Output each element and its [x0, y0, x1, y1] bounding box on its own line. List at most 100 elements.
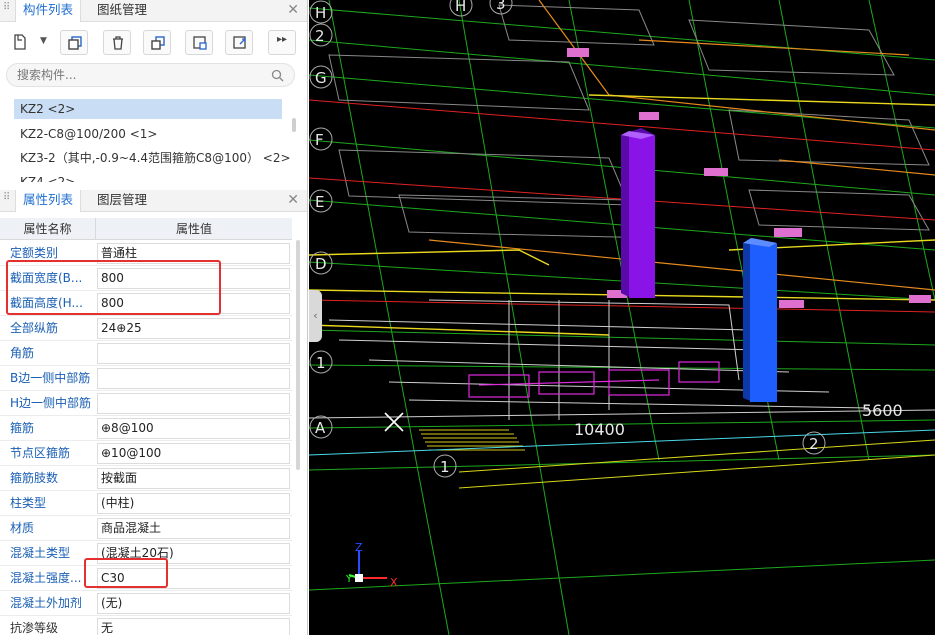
axis-label-f: F — [315, 131, 324, 149]
component-panel-tabbar: ⠿ 构件列表 图纸管理 ✕ — [0, 0, 307, 22]
property-name: 节点区箍筋 — [10, 446, 71, 460]
property-grid-header: 属性名称 属性值 — [0, 218, 292, 240]
property-value-field[interactable]: 800 — [97, 268, 290, 289]
property-value-field[interactable] — [97, 393, 290, 414]
axis-label-bottom-2: 2 — [809, 435, 819, 453]
list-item[interactable]: KZ4 <2> — [14, 172, 282, 182]
dimension-10400: 10400 — [574, 420, 625, 439]
axis-label-1: 1 — [316, 354, 326, 372]
search-input[interactable] — [17, 67, 257, 83]
property-value-field[interactable]: (无) — [97, 593, 290, 614]
more-icon: ▸▸ — [277, 34, 288, 45]
cad-viewport[interactable]: H 2 G F E D 1 A H 3 1 2 10400 5600 Z X Y… — [309, 0, 935, 635]
tab-layer-management[interactable]: 图层管理 — [90, 190, 154, 212]
axis-label-g: G — [315, 69, 327, 87]
load-template-icon — [233, 36, 246, 49]
close-icon[interactable]: ✕ — [287, 191, 299, 209]
list-item[interactable]: KZ2-C8@100/200 <1> — [14, 124, 282, 144]
list-item[interactable]: KZ2 <2> — [14, 99, 282, 119]
load-template-button[interactable] — [225, 30, 253, 55]
property-name: 混凝土类型 — [10, 546, 71, 560]
property-value-field[interactable] — [97, 343, 290, 364]
axis-label-e: E — [315, 193, 324, 211]
property-name: 截面宽度(B... — [10, 271, 83, 285]
property-name: 箍筋 — [10, 421, 35, 435]
drag-grip-icon[interactable]: ⠿ — [3, 3, 10, 18]
ucs-x-label: X — [390, 576, 398, 589]
property-name: H边一侧中部筋 — [10, 396, 92, 410]
cad-drawing: H 2 G F E D 1 A H 3 1 2 10400 5600 Z X Y — [309, 0, 935, 635]
property-value-field[interactable]: 按截面 — [97, 468, 290, 489]
copy-button[interactable] — [60, 30, 88, 55]
property-name: 箍筋肢数 — [10, 471, 59, 485]
new-component-icon — [14, 34, 26, 50]
search-icon[interactable] — [271, 69, 284, 82]
save-template-icon — [193, 36, 207, 50]
dimension-5600: 5600 — [862, 401, 903, 420]
property-row: 箍筋 ⊕8@100 — [0, 416, 292, 441]
property-name: 材质 — [10, 521, 35, 535]
collapse-panel-handle[interactable]: ‹ — [309, 290, 322, 342]
copy-icon — [68, 36, 82, 50]
property-name: 混凝土强度... — [10, 571, 82, 585]
property-value-field[interactable]: 24⊕25 — [97, 318, 290, 339]
axis-label-top-3: 3 — [496, 0, 506, 13]
property-row: 混凝土强度... C30 — [0, 566, 292, 591]
layer-copy-icon — [151, 36, 165, 50]
property-value-field[interactable]: ⊕8@100 — [97, 418, 290, 439]
column-kz2-purple[interactable] — [621, 128, 655, 298]
property-name: 定额类别 — [10, 246, 59, 260]
property-row: 混凝土外加剂 (无) — [0, 591, 292, 616]
property-name: B边一侧中部筋 — [10, 371, 91, 385]
property-name: 柱类型 — [10, 496, 47, 510]
ucs-icon: Z X Y — [345, 541, 398, 589]
layer-copy-button[interactable] — [143, 30, 171, 55]
property-row: 抗渗等级 无 — [0, 616, 292, 635]
property-row: 材质 商品混凝土 — [0, 516, 292, 541]
component-list-scrollbar[interactable] — [292, 118, 296, 132]
more-button[interactable]: ▸▸ — [268, 30, 296, 55]
property-value-field[interactable]: (混凝土20石) — [97, 543, 290, 564]
dropdown-arrow-icon[interactable]: ▼ — [40, 36, 47, 46]
property-row: 箍筋肢数 按截面 — [0, 466, 292, 491]
property-value-field[interactable]: 无 — [97, 618, 290, 635]
column-header-name: 属性名称 — [0, 218, 96, 240]
save-template-button[interactable] — [185, 30, 213, 55]
property-row: 截面高度(H... 800 — [0, 291, 292, 316]
component-search — [6, 63, 295, 87]
property-panel-tabbar: ⠿ 属性列表 图层管理 ✕ — [0, 190, 307, 212]
property-value-field[interactable]: 800 — [97, 293, 290, 314]
property-name: 全部纵筋 — [10, 321, 59, 335]
property-row: 全部纵筋 24⊕25 — [0, 316, 292, 341]
tab-component-list[interactable]: 构件列表 — [15, 0, 82, 22]
tab-property-list[interactable]: 属性列表 — [15, 190, 82, 212]
component-toolbar: ▼ ▸▸ — [0, 26, 307, 58]
property-value-field[interactable]: (中柱) — [97, 493, 290, 514]
tab-drawing-management[interactable]: 图纸管理 — [90, 0, 154, 22]
cursor-mark — [384, 412, 404, 432]
delete-button[interactable] — [103, 30, 131, 55]
property-name: 角筋 — [10, 346, 35, 360]
property-value-field[interactable]: 普通柱 — [97, 243, 290, 264]
property-row: 截面宽度(B... 800 — [0, 266, 292, 291]
axis-label-d: D — [315, 255, 327, 273]
ucs-z-label: Z — [355, 541, 363, 554]
property-value-field[interactable]: 商品混凝土 — [97, 518, 290, 539]
new-component-button[interactable] — [6, 30, 30, 55]
property-row: H边一侧中部筋 — [0, 391, 292, 416]
ucs-y-label: Y — [345, 574, 353, 585]
property-grid-scrollbar[interactable] — [296, 240, 300, 470]
property-value-field[interactable]: ⊕10@100 — [97, 443, 290, 464]
property-value-field[interactable]: C30 — [97, 568, 290, 589]
app-window: ⠿ 构件列表 图纸管理 ✕ ▼ ▸▸ 搜索构件... KZ2 <2> KZ2-C… — [0, 0, 935, 635]
axis-label-a: A — [315, 419, 326, 437]
chevron-left-icon: ‹ — [313, 309, 318, 322]
property-row: 节点区箍筋 ⊕10@100 — [0, 441, 292, 466]
delete-icon — [113, 36, 123, 50]
property-value-field[interactable] — [97, 368, 290, 389]
component-list: KZ2 <2> KZ2-C8@100/200 <1> KZ3-2（其中,-0.9… — [0, 96, 298, 182]
close-icon[interactable]: ✕ — [287, 1, 299, 19]
column-kz2-blue[interactable] — [743, 238, 777, 402]
drag-grip-icon[interactable]: ⠿ — [3, 193, 10, 208]
list-item[interactable]: KZ3-2（其中,-0.9~4.4范围箍筋C8@100） <2> — [14, 148, 291, 168]
